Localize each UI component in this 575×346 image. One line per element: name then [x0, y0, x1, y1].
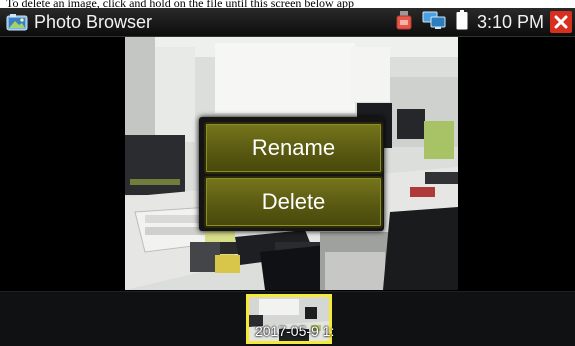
photo-viewer: Rename Delete: [0, 37, 575, 290]
clock: 3:10 PM: [476, 11, 544, 32]
context-menu: Rename Delete: [199, 117, 384, 231]
delete-button[interactable]: Delete: [204, 176, 383, 228]
close-icon: [554, 15, 568, 29]
thumbnail-date: 2017-05-9 1:: [255, 323, 335, 339]
photo-browser-icon: [6, 13, 28, 31]
network-icon: [422, 10, 446, 35]
close-button[interactable]: [550, 11, 572, 33]
status-bar: Photo Browser 3:10 PM: [0, 8, 575, 37]
status-icons: 3:10 PM: [391, 8, 575, 36]
top-caption: To delete an image, click and hold on th…: [0, 0, 575, 8]
recorder-icon: [396, 10, 412, 35]
rename-button[interactable]: Rename: [204, 122, 383, 174]
battery-icon: [456, 9, 468, 35]
thumbnail-strip: 2017-05-9 1:: [0, 291, 575, 346]
app-title: Photo Browser: [34, 11, 153, 32]
